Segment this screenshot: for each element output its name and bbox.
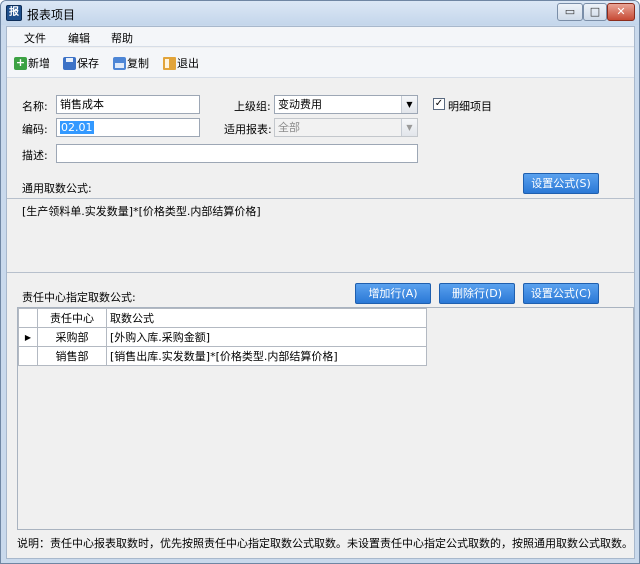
- parent-group-select[interactable]: 变动费用 ▼: [274, 95, 418, 114]
- current-row-icon: ▶: [18, 327, 38, 347]
- general-formula-label: 通用取数公式:: [22, 182, 92, 195]
- window-title: 报表项目: [27, 8, 76, 22]
- column-header-formula[interactable]: 取数公式: [106, 308, 427, 328]
- applicable-report-label: 适用报表:: [224, 123, 272, 136]
- description-label: 描述:: [22, 149, 48, 162]
- exit-button-label: 退出: [177, 57, 199, 70]
- add-icon: +: [14, 56, 27, 70]
- new-button[interactable]: + 新增: [14, 56, 54, 72]
- center-formula-grid: 责任中心 取数公式 ▶ 采购部 [外购入库.采购金额] 销售部 [销售出库.实发…: [17, 307, 634, 530]
- toolbar: + 新增 保存 复制 退出: [7, 48, 634, 78]
- title-bar[interactable]: 报 报表项目 ▭ □ ✕: [1, 1, 639, 25]
- cell-center[interactable]: 销售部: [37, 346, 107, 366]
- explanation-note: 说明：责任中心报表取数时，优先按照责任中心指定取数公式取数。未设置责任中心指定公…: [17, 537, 633, 550]
- column-header-center[interactable]: 责任中心: [37, 308, 107, 328]
- table-header-row: 责任中心 取数公式: [18, 308, 427, 328]
- code-field[interactable]: 02.01: [56, 118, 200, 137]
- menu-file[interactable]: 文件: [24, 30, 46, 46]
- copy-button-label: 复制: [127, 57, 149, 70]
- table-row[interactable]: 销售部 [销售出库.实发数量]*[价格类型.内部结算价格]: [18, 346, 427, 366]
- parent-group-value: 变动费用: [278, 98, 322, 111]
- general-formula-value: [生产领料单.实发数量]*[价格类型.内部结算价格]: [22, 205, 261, 218]
- copy-icon: [113, 57, 126, 70]
- save-button-label: 保存: [77, 57, 99, 70]
- chevron-down-icon[interactable]: ▼: [401, 96, 417, 113]
- row-header-corner: [18, 308, 38, 328]
- set-general-formula-button[interactable]: 设置公式(S): [523, 173, 599, 194]
- client-area: 文件 编辑 帮助 + 新增 保存 复制 退出 名称: 销售成本 编码: 02.0…: [6, 26, 635, 559]
- description-field[interactable]: [56, 144, 418, 163]
- cell-formula[interactable]: [外购入库.采购金额]: [106, 327, 427, 347]
- code-field-value: 02.01: [60, 121, 94, 134]
- detail-item-checkbox[interactable]: ✓: [433, 98, 445, 110]
- add-row-button[interactable]: 增加行(A): [355, 283, 431, 304]
- delete-row-button[interactable]: 删除行(D): [439, 283, 515, 304]
- applicable-report-select: 全部 ▼: [274, 118, 418, 137]
- menu-bar: 文件 编辑 帮助: [7, 27, 634, 47]
- detail-item-label: 明细项目: [448, 100, 492, 113]
- cell-center[interactable]: 采购部: [37, 327, 107, 347]
- maximize-button[interactable]: □: [583, 3, 607, 21]
- app-icon: 报: [6, 5, 22, 21]
- menu-help[interactable]: 帮助: [111, 30, 133, 46]
- copy-button[interactable]: 复制: [113, 56, 153, 72]
- exit-button[interactable]: 退出: [163, 56, 203, 72]
- exit-icon: [163, 57, 176, 70]
- code-label: 编码:: [22, 123, 48, 136]
- save-icon: [63, 57, 76, 70]
- chevron-down-icon: ▼: [401, 119, 417, 136]
- menu-edit[interactable]: 编辑: [68, 30, 90, 46]
- table-row[interactable]: ▶ 采购部 [外购入库.采购金额]: [18, 327, 427, 347]
- close-icon: ✕: [616, 5, 626, 18]
- minimize-button[interactable]: ▭: [557, 3, 583, 21]
- name-field[interactable]: 销售成本: [56, 95, 200, 114]
- applicable-report-value: 全部: [278, 121, 300, 134]
- parent-group-label: 上级组:: [234, 100, 271, 113]
- set-center-formula-button[interactable]: 设置公式(C): [523, 283, 599, 304]
- close-button[interactable]: ✕: [607, 3, 635, 21]
- row-header: [18, 346, 38, 366]
- cell-formula[interactable]: [销售出库.实发数量]*[价格类型.内部结算价格]: [106, 346, 427, 366]
- new-button-label: 新增: [28, 57, 50, 70]
- report-item-window: 报 报表项目 ▭ □ ✕ 文件 编辑 帮助 + 新增 保存 复制 退出 名称: …: [0, 0, 640, 564]
- center-formula-label: 责任中心指定取数公式:: [22, 291, 136, 304]
- maximize-icon: □: [589, 5, 601, 18]
- name-label: 名称:: [22, 100, 48, 113]
- save-button[interactable]: 保存: [63, 56, 103, 72]
- center-formula-table: 责任中心 取数公式 ▶ 采购部 [外购入库.采购金额] 销售部 [销售出库.实发…: [18, 308, 427, 366]
- minimize-icon: ▭: [564, 5, 576, 18]
- general-formula-box[interactable]: [生产领料单.实发数量]*[价格类型.内部结算价格]: [7, 198, 634, 273]
